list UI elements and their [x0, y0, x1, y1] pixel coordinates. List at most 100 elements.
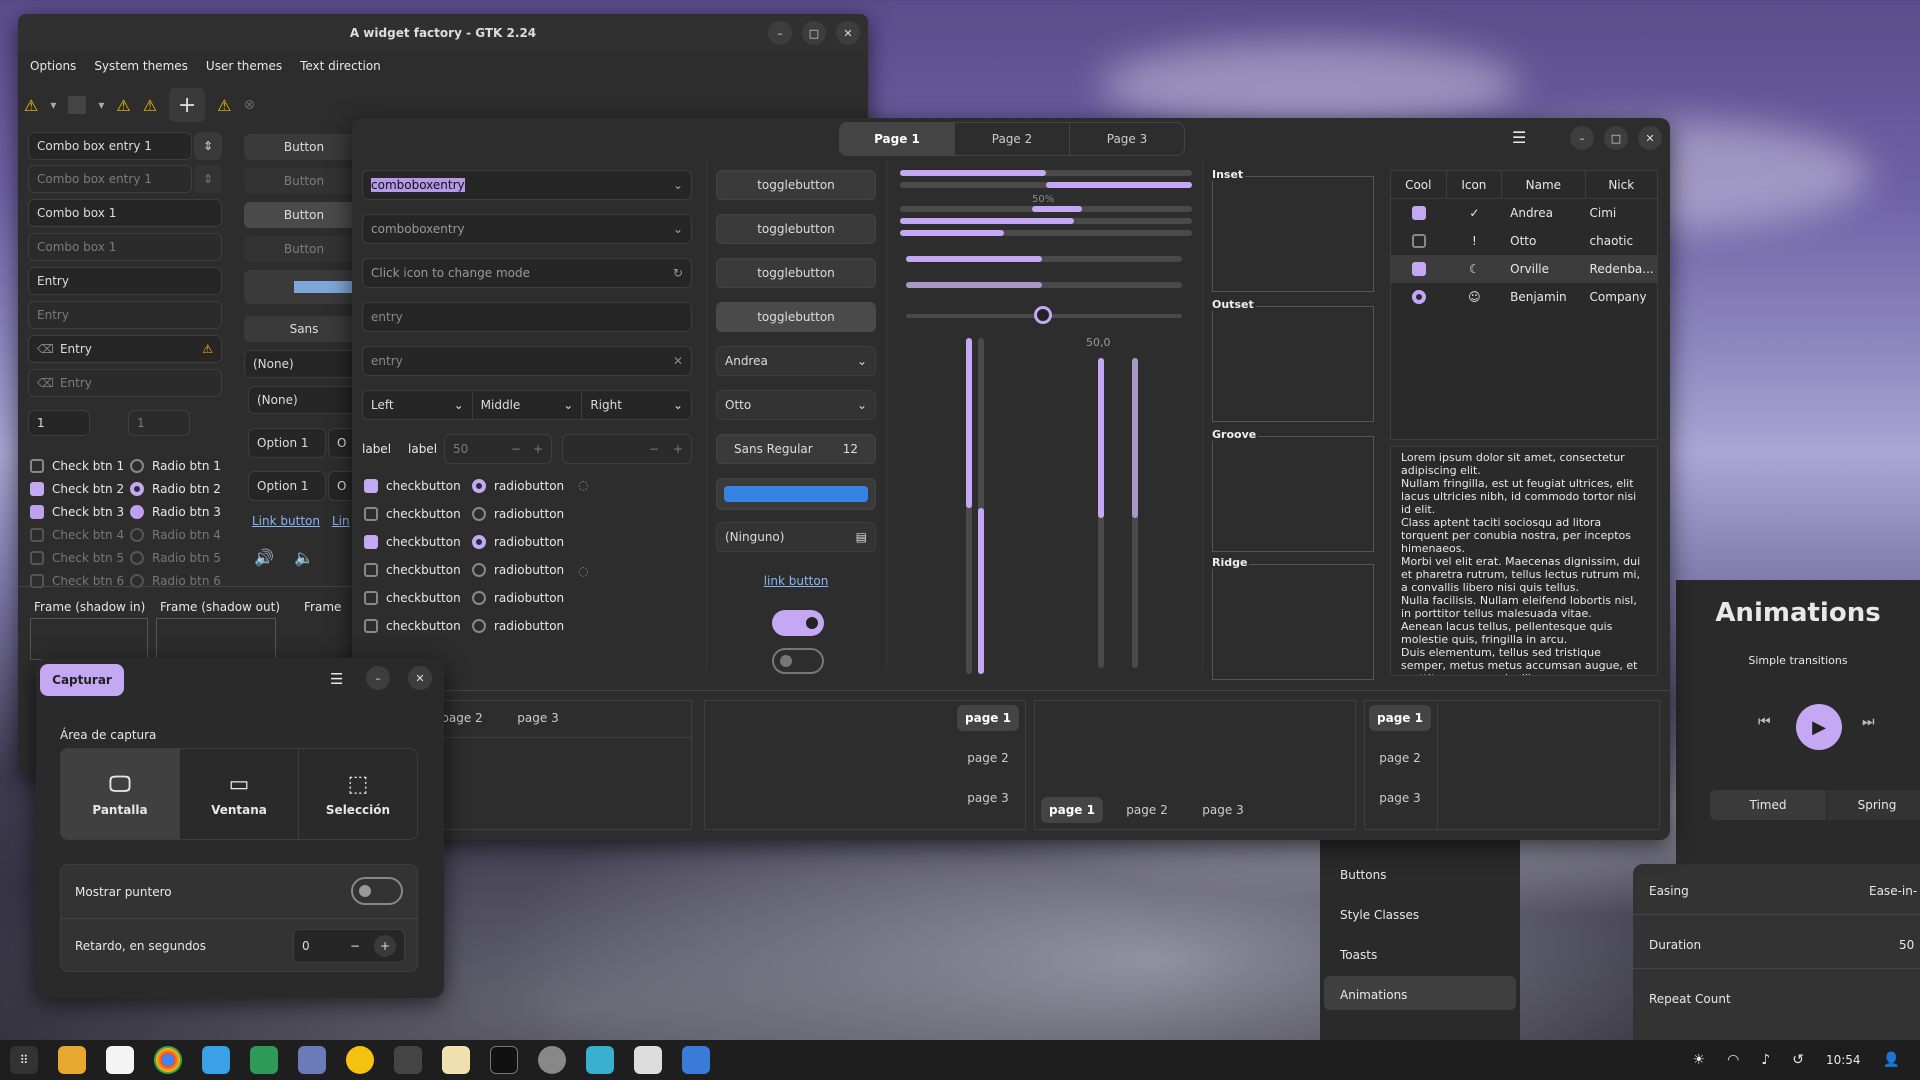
wifi-icon[interactable]: ◠ — [1727, 1052, 1739, 1068]
store-icon[interactable] — [106, 1046, 134, 1074]
duration-value[interactable]: 50 — [1899, 938, 1914, 952]
option-menu[interactable]: Option 1 — [248, 471, 326, 501]
radio[interactable] — [130, 458, 144, 473]
table-row-selected[interactable]: ☾ Orville Redenba... — [1391, 255, 1657, 283]
tab-page-3[interactable]: Page 3 — [1069, 123, 1184, 155]
sidebar-item-buttons[interactable]: Buttons — [1340, 868, 1386, 882]
warning-icon[interactable]: ⚠ — [24, 96, 38, 115]
tab-page-3[interactable]: page 3 — [513, 705, 563, 731]
terminal-icon[interactable] — [490, 1046, 518, 1074]
toggle-button-active[interactable]: togglebutton — [716, 302, 876, 332]
music-player-icon[interactable] — [346, 1046, 374, 1074]
entry-with-icons[interactable]: ⌫ Entry ⚠ — [28, 335, 222, 363]
menu-options[interactable]: Options — [30, 59, 76, 73]
table-row[interactable]: ☺ Benjamin Company — [1391, 283, 1657, 311]
brightness-icon[interactable]: ☀ — [1693, 1052, 1706, 1068]
column-name[interactable]: Name — [1502, 171, 1586, 198]
clock[interactable]: 10:54 — [1826, 1053, 1861, 1067]
minus-icon[interactable]: − — [350, 939, 360, 953]
column-nick[interactable]: Nick — [1586, 171, 1657, 198]
warning-icon[interactable]: ⚠ — [116, 96, 130, 115]
spreadsheet-icon[interactable] — [250, 1046, 278, 1074]
minimize-button[interactable]: – — [768, 21, 792, 45]
radio[interactable] — [130, 504, 144, 519]
combo-middle[interactable]: Middle ⌄ — [471, 391, 582, 419]
warning-icon[interactable]: ⚠ — [217, 96, 231, 115]
radio[interactable] — [130, 481, 144, 496]
menu-icon[interactable]: ☰ — [330, 670, 343, 688]
maximize-button[interactable]: □ — [1604, 126, 1628, 150]
volume-icon[interactable]: 🔊 — [254, 548, 274, 567]
spin-button[interactable]: 1 — [28, 410, 90, 436]
widget-factory-icon[interactable] — [586, 1046, 614, 1074]
maximize-button[interactable]: □ — [802, 21, 826, 45]
capture-button[interactable]: Capturar — [40, 664, 124, 696]
combobox-entry[interactable]: comboboxentry ⌄ — [362, 170, 692, 200]
warning-icon[interactable]: ⚠ — [202, 342, 213, 356]
combo-left[interactable]: Left ⌄ — [363, 391, 472, 419]
close-button[interactable]: ✕ — [836, 21, 860, 45]
tree-view[interactable]: Cool Icon Name Nick ✓ Andrea Cimi ! Otto… — [1390, 170, 1658, 440]
combo-arrows-icon[interactable]: ⇕ — [194, 132, 222, 160]
file-chooser-button[interactable]: (None) — [244, 350, 364, 378]
mode-window[interactable]: ▭ Ventana — [179, 749, 298, 839]
sidebar-item-animations[interactable]: Animations — [1324, 976, 1516, 1010]
minimize-button[interactable]: – — [366, 666, 390, 690]
switch-on[interactable] — [772, 610, 824, 636]
add-icon[interactable]: + — [169, 88, 206, 122]
table-row[interactable]: ✓ Andrea Cimi — [1391, 199, 1657, 227]
cool-checkbox[interactable] — [1411, 206, 1426, 220]
button[interactable]: Button — [244, 134, 364, 160]
menu-text-direction[interactable]: Text direction — [300, 59, 381, 73]
checkbox[interactable] — [364, 479, 378, 493]
tab-page-2[interactable]: page 2 — [1117, 797, 1177, 823]
combo-andrea[interactable]: Andrea ⌄ — [716, 346, 876, 376]
video-editor-icon[interactable] — [394, 1046, 422, 1074]
files-icon[interactable] — [58, 1046, 86, 1074]
color-button[interactable] — [244, 270, 364, 304]
menu-system-themes[interactable]: System themes — [94, 59, 188, 73]
clear-icon[interactable]: ⌫ — [37, 342, 54, 356]
tab-page-2[interactable]: Page 2 — [954, 123, 1069, 155]
tab-page-3[interactable]: page 3 — [957, 785, 1019, 811]
radio-mixed[interactable] — [472, 535, 486, 549]
checkbox[interactable] — [30, 504, 44, 519]
tab-page-3[interactable]: page 3 — [1369, 785, 1431, 811]
toggle-button[interactable]: togglebutton — [716, 170, 876, 200]
button-pressed[interactable]: Button — [244, 202, 364, 228]
cancel-icon[interactable]: ⊗ — [243, 97, 255, 113]
combo-otto[interactable]: Otto ⌄ — [716, 390, 876, 420]
dropdown-arrow-icon[interactable]: ▾ — [50, 98, 56, 112]
combo-box[interactable]: Combo box 1 — [28, 199, 222, 227]
link-button[interactable]: link button — [716, 574, 876, 588]
entry[interactable]: Entry — [28, 267, 222, 295]
checkbox-mixed[interactable] — [364, 535, 378, 549]
slider-knob[interactable] — [1034, 306, 1052, 324]
blank-icon[interactable] — [68, 96, 87, 114]
column-icon[interactable]: Icon — [1447, 171, 1503, 198]
app-grid-icon[interactable]: ⠿ — [10, 1046, 38, 1074]
tab-page-3[interactable]: page 3 — [1193, 797, 1253, 823]
clear-icon[interactable]: ✕ — [673, 354, 683, 368]
show-pointer-switch[interactable] — [351, 877, 403, 905]
menu-icon[interactable]: ☰ — [1512, 128, 1526, 147]
tab-page-1[interactable]: Page 1 — [840, 123, 954, 155]
refresh-icon[interactable]: ↻ — [673, 266, 683, 280]
delay-spin[interactable]: 0 − + — [293, 929, 405, 963]
color-button[interactable] — [716, 478, 876, 510]
cool-radio[interactable] — [1411, 290, 1426, 304]
plus-icon[interactable]: + — [374, 935, 396, 957]
link-button-cut[interactable]: Lin — [332, 514, 350, 528]
entry-clearable[interactable]: entry ✕ — [362, 346, 692, 376]
table-row[interactable]: ! Otto chaotic — [1391, 227, 1657, 255]
tab-page-1[interactable]: page 1 — [1369, 705, 1431, 731]
menu-user-themes[interactable]: User themes — [206, 59, 282, 73]
next-icon[interactable]: ⏭ — [1862, 714, 1884, 736]
font-button[interactable]: Sans Regular 12 — [716, 434, 876, 464]
radio[interactable] — [472, 479, 486, 493]
font-button[interactable]: Sans — [244, 316, 364, 342]
cool-checkbox[interactable] — [1411, 234, 1426, 248]
play-button[interactable]: ▶ — [1796, 704, 1842, 750]
link-button[interactable]: Link button — [252, 514, 320, 528]
cool-checkbox[interactable] — [1411, 262, 1426, 276]
